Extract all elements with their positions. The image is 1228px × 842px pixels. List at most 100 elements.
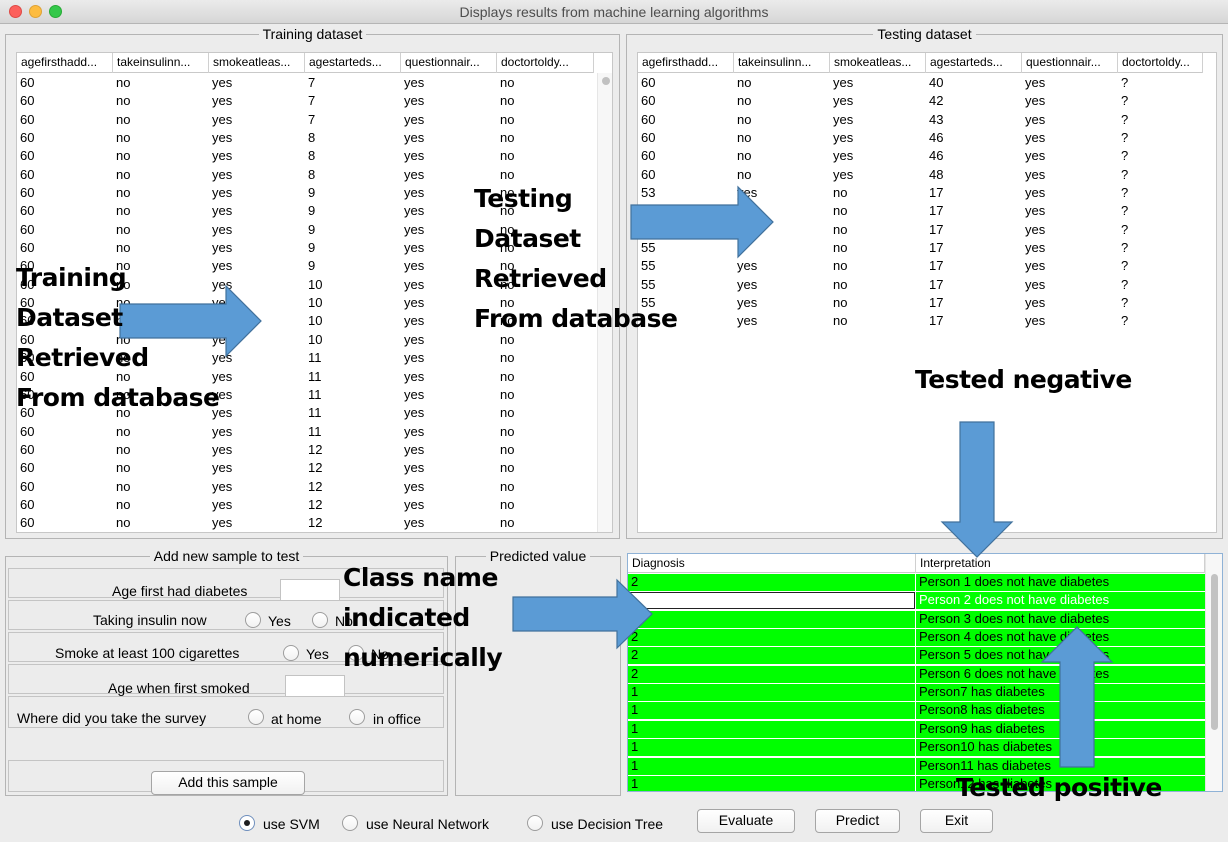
table-cell: no bbox=[500, 368, 515, 384]
table-row[interactable]: 55 no 17 yes? bbox=[638, 239, 1203, 257]
column-header[interactable]: agefirsthadd... bbox=[17, 53, 113, 73]
table-row[interactable]: 60 no yes 11 yes no bbox=[17, 423, 594, 441]
diagnosis-cell: 1 bbox=[628, 702, 915, 720]
insulin-yes-label[interactable]: Yes bbox=[268, 613, 291, 629]
column-header[interactable]: smokeatleas... bbox=[830, 53, 926, 73]
survey-home-label[interactable]: at home bbox=[271, 711, 322, 727]
table-cell: 12 bbox=[308, 515, 323, 531]
table-cell: 17 bbox=[929, 221, 944, 237]
decision-tree-label[interactable]: use Decision Tree bbox=[551, 816, 663, 832]
column-header[interactable]: agestarteds... bbox=[926, 53, 1022, 73]
table-row[interactable]: 60 no yes 12 yes no bbox=[17, 514, 594, 532]
table-row[interactable]: 60 no yes 7 yes no bbox=[17, 111, 594, 129]
result-row[interactable]: 2 Person 5 does not have diabetes bbox=[628, 647, 1205, 665]
table-row[interactable]: yes no 17 yes? bbox=[638, 312, 1203, 330]
table-cell: yes bbox=[212, 276, 233, 292]
results-header-diagnosis[interactable]: Diagnosis bbox=[628, 554, 916, 573]
table-cell: no bbox=[500, 515, 515, 531]
age-first-input[interactable] bbox=[280, 579, 340, 601]
neural-network-radio[interactable] bbox=[342, 815, 358, 831]
table-cell: yes bbox=[1025, 166, 1046, 182]
table-row[interactable]: 60 no yes 42 yes? bbox=[638, 92, 1203, 110]
svm-label[interactable]: use SVM bbox=[263, 816, 320, 832]
table-cell: yes bbox=[404, 130, 425, 146]
result-row[interactable]: 2 Person 6 does not have diabetes bbox=[628, 665, 1205, 684]
table-row[interactable]: 60 no yes 7 yes no bbox=[17, 74, 594, 92]
insulin-no-radio[interactable] bbox=[312, 612, 328, 628]
svm-radio[interactable] bbox=[239, 815, 255, 831]
table-row[interactable]: 60 no yes 46 yes? bbox=[638, 129, 1203, 147]
table-row[interactable]: 53 yes no 17 yes? bbox=[638, 184, 1203, 202]
table-cell: 12 bbox=[308, 460, 323, 476]
column-header[interactable]: agestarteds... bbox=[305, 53, 401, 73]
table-row[interactable]: 60 no yes 12 yes no bbox=[17, 478, 594, 496]
table-row[interactable]: 60 no yes 12 yes no bbox=[17, 459, 594, 477]
table-cell: 46 bbox=[929, 130, 944, 146]
column-header[interactable]: smokeatleas... bbox=[209, 53, 305, 73]
table-row[interactable]: 60 no yes 46 yes? bbox=[638, 147, 1203, 165]
diagnosis-cell[interactable] bbox=[628, 592, 915, 610]
result-row[interactable]: Person 3 does not have diabetes bbox=[628, 610, 1205, 629]
predict-button[interactable]: Predict bbox=[815, 809, 900, 833]
table-row[interactable]: 60 no yes 8 yes no bbox=[17, 129, 594, 147]
column-header[interactable]: doctortoldy... bbox=[497, 53, 594, 73]
survey-office-label[interactable]: in office bbox=[373, 711, 421, 727]
exit-button[interactable]: Exit bbox=[920, 809, 993, 833]
column-header[interactable]: questionnair... bbox=[401, 53, 497, 73]
column-header[interactable]: takeinsulinn... bbox=[734, 53, 830, 73]
insulin-yes-radio[interactable] bbox=[245, 612, 261, 628]
result-row[interactable]: 2 Person 4 does not have diabetes bbox=[628, 629, 1205, 647]
age-smoked-input[interactable] bbox=[285, 675, 345, 697]
results-scroll-thumb[interactable] bbox=[1211, 574, 1218, 730]
table-cell: 11 bbox=[308, 405, 322, 421]
column-header[interactable]: questionnair... bbox=[1022, 53, 1118, 73]
result-row[interactable]: 1 Person8 has diabetes bbox=[628, 702, 1205, 720]
column-header[interactable]: takeinsulinn... bbox=[113, 53, 209, 73]
results-header-interpretation[interactable]: Interpretation bbox=[916, 554, 1205, 573]
result-row[interactable]: 1 Person10 has diabetes bbox=[628, 739, 1205, 757]
table-cell: no bbox=[116, 478, 131, 494]
table-row[interactable]: 60 no yes 48 yes? bbox=[638, 166, 1203, 184]
table-cell: 60 bbox=[20, 166, 35, 182]
table-row[interactable]: 60 no yes 12 yes no bbox=[17, 441, 594, 459]
table-cell: ? bbox=[1121, 75, 1129, 90]
add-sample-title: Add new sample to test bbox=[149, 548, 304, 564]
neural-network-label[interactable]: use Neural Network bbox=[366, 816, 489, 832]
column-header[interactable]: agefirsthadd... bbox=[638, 53, 734, 73]
table-cell: 60 bbox=[20, 496, 35, 512]
evaluate-button[interactable]: Evaluate bbox=[697, 809, 795, 833]
survey-home-radio[interactable] bbox=[248, 709, 264, 725]
results-table[interactable]: Diagnosis Interpretation 2 Person 1 does … bbox=[627, 553, 1223, 792]
table-row[interactable]: 55 yes no 17 yes? bbox=[638, 294, 1203, 312]
testing-table[interactable]: agefirsthadd... takeinsulinn... smokeatlea… bbox=[637, 52, 1217, 533]
smoke-yes-label[interactable]: Yes bbox=[306, 646, 329, 662]
table-cell: 60 bbox=[641, 93, 656, 109]
interpretation-cell: Person10 has diabetes bbox=[916, 739, 1205, 757]
table-cell: 11 bbox=[308, 386, 322, 402]
table-cell: 60 bbox=[20, 478, 35, 494]
table-row[interactable]: 60 no yes 12 yes no bbox=[17, 496, 594, 514]
result-row[interactable]: 1 Person7 has diabetes bbox=[628, 684, 1205, 702]
table-row[interactable]: 55 yes no 17 yes? bbox=[638, 276, 1203, 294]
add-sample-button[interactable]: Add this sample bbox=[151, 771, 305, 795]
table-row[interactable]: no 17 yes? bbox=[638, 221, 1203, 239]
results-table-scrollbar[interactable] bbox=[1205, 554, 1222, 791]
table-row[interactable]: 60 no yes 40 yes? bbox=[638, 74, 1203, 92]
table-row[interactable]: no 17 yes? bbox=[638, 202, 1203, 220]
table-row[interactable]: 60 no yes 7 yes no bbox=[17, 92, 594, 110]
scroll-knob[interactable] bbox=[602, 77, 610, 85]
smoke-yes-radio[interactable] bbox=[283, 645, 299, 661]
table-cell: 10 bbox=[308, 295, 323, 311]
table-row[interactable]: 55 yes no 17 yes? bbox=[638, 257, 1203, 275]
table-cell: no bbox=[500, 478, 515, 494]
decision-tree-radio[interactable] bbox=[527, 815, 543, 831]
age-smoked-label: Age when first smoked bbox=[108, 680, 250, 696]
survey-office-radio[interactable] bbox=[349, 709, 365, 725]
column-header[interactable]: doctortoldy... bbox=[1118, 53, 1203, 73]
table-cell: no bbox=[116, 423, 131, 439]
table-row[interactable]: 60 no yes 8 yes no bbox=[17, 147, 594, 165]
result-row[interactable]: Person 2 does not have diabetes bbox=[628, 592, 1205, 610]
result-row[interactable]: 1 Person9 has diabetes bbox=[628, 720, 1205, 739]
table-row[interactable]: 60 no yes 43 yes? bbox=[638, 111, 1203, 129]
result-row[interactable]: 2 Person 1 does not have diabetes bbox=[628, 574, 1205, 592]
